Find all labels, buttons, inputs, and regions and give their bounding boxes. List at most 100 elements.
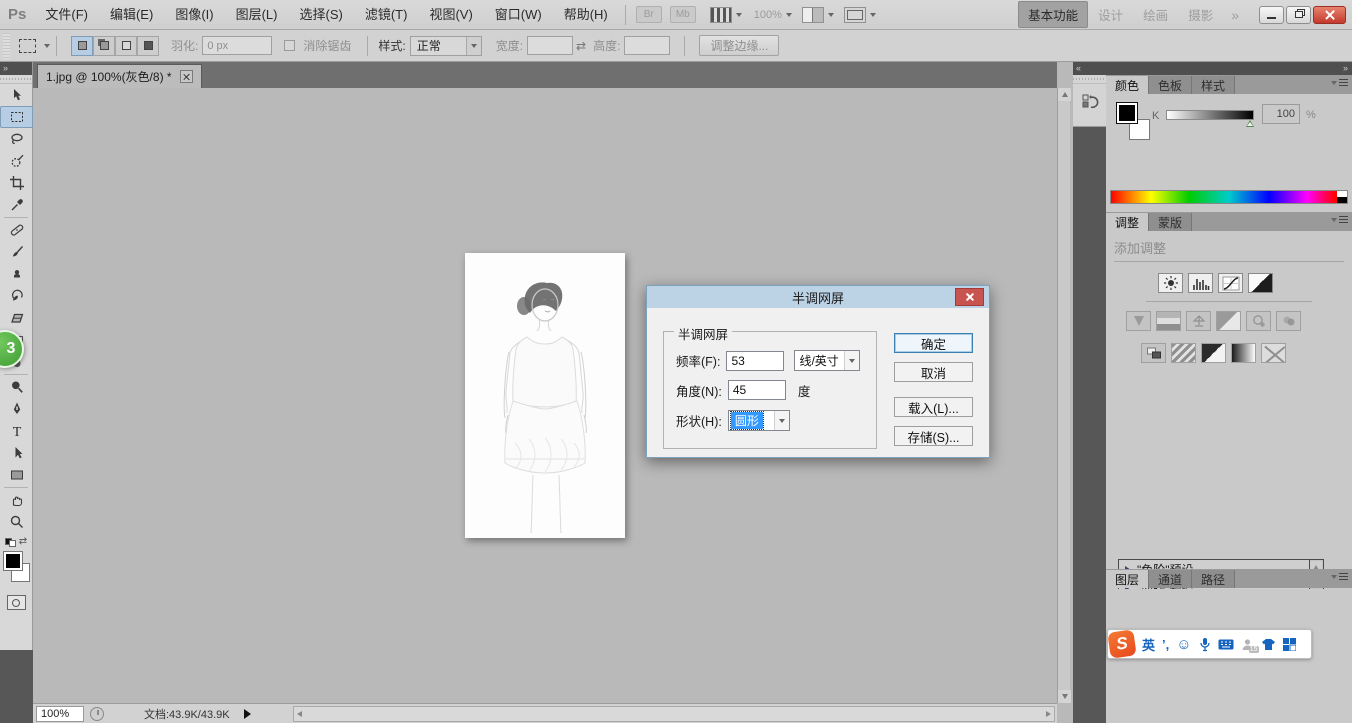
gradient-map-button[interactable]: [1231, 343, 1256, 363]
history-panel-button[interactable]: [1078, 90, 1102, 114]
sogou-logo[interactable]: S: [1107, 629, 1136, 658]
photo-filter-button[interactable]: [1246, 311, 1271, 331]
panel-menu-button[interactable]: [1331, 79, 1348, 86]
swap-colors-icon[interactable]: ⇄: [19, 536, 27, 547]
refine-edge-button[interactable]: 调整边缘...: [699, 35, 779, 56]
color-balance-button[interactable]: [1186, 311, 1211, 331]
workspace-overflow-chevron[interactable]: »: [1223, 7, 1247, 23]
scroll-up-arrow[interactable]: [1058, 88, 1071, 101]
vertical-scrollbar[interactable]: [1057, 88, 1070, 703]
shape-dropdown[interactable]: 圆形: [728, 410, 790, 431]
menu-image[interactable]: 图像(I): [164, 0, 224, 30]
black-white-button[interactable]: [1216, 311, 1241, 331]
channel-mixer-button[interactable]: [1276, 311, 1301, 331]
menu-filter[interactable]: 滤镜(T): [354, 0, 419, 30]
tab-layers[interactable]: 图层: [1106, 570, 1149, 588]
document-tab[interactable]: 1.jpg @ 100%(灰色/8) *: [37, 64, 202, 88]
posterize-button[interactable]: [1171, 343, 1196, 363]
arrange-documents-dropdown[interactable]: [792, 7, 834, 23]
tool-hand[interactable]: [0, 489, 33, 511]
workspace-design[interactable]: 设计: [1088, 2, 1133, 27]
login-user-icon[interactable]: 15: [1241, 638, 1254, 651]
curves-button[interactable]: [1218, 273, 1243, 293]
width-input[interactable]: [527, 36, 573, 55]
ime-punctuation-toggle[interactable]: ’,: [1162, 637, 1169, 652]
angle-input[interactable]: [728, 380, 786, 400]
selection-subtract-button[interactable]: [115, 36, 137, 56]
antialias-checkbox[interactable]: 消除锯齿: [284, 37, 355, 54]
hue-saturation-button[interactable]: [1156, 311, 1181, 331]
tool-rectangular-marquee[interactable]: [0, 106, 33, 128]
soft-keyboard-icon[interactable]: [1218, 639, 1234, 650]
ok-button[interactable]: 确定: [894, 333, 973, 353]
tab-paths[interactable]: 路径: [1192, 570, 1235, 588]
tool-dodge[interactable]: [0, 376, 33, 398]
document-close-button[interactable]: [180, 70, 193, 83]
tab-channels[interactable]: 通道: [1149, 570, 1192, 588]
save-button[interactable]: 存储(S)...: [894, 426, 973, 446]
k-slider-track[interactable]: [1166, 110, 1254, 120]
microphone-icon[interactable]: [1199, 637, 1211, 652]
menu-view[interactable]: 视图(V): [418, 0, 483, 30]
tab-adjustments[interactable]: 调整: [1106, 213, 1149, 231]
spectrum-bw-cap[interactable]: [1337, 191, 1347, 203]
menu-help[interactable]: 帮助(H): [553, 0, 619, 30]
frequency-input[interactable]: [726, 351, 784, 371]
selection-intersect-button[interactable]: [137, 36, 159, 56]
tool-spot-healing[interactable]: [0, 219, 33, 241]
emoji-icon[interactable]: ☺: [1176, 636, 1191, 653]
scroll-right-arrow[interactable]: [1046, 711, 1051, 717]
tab-styles[interactable]: 样式: [1192, 76, 1235, 94]
tool-eyedropper[interactable]: [0, 194, 33, 216]
marquee-tool-preset-icon[interactable]: [19, 39, 36, 53]
panel-menu-button[interactable]: [1331, 573, 1348, 580]
tab-swatches[interactable]: 色板: [1149, 76, 1192, 94]
selection-add-button[interactable]: [93, 36, 115, 56]
tool-move[interactable]: [0, 84, 33, 106]
tool-crop[interactable]: [0, 172, 33, 194]
dialog-close-button[interactable]: [955, 288, 984, 306]
zoom-level-field[interactable]: 100%: [36, 706, 84, 722]
vibrance-button[interactable]: [1126, 311, 1151, 331]
selection-new-button[interactable]: [71, 36, 93, 56]
brightness-contrast-button[interactable]: [1158, 273, 1183, 293]
default-colors-control[interactable]: ⇄: [0, 533, 32, 549]
strip-collapse-header[interactable]: «: [1073, 62, 1106, 75]
height-input[interactable]: [624, 36, 670, 55]
tool-shape[interactable]: [0, 464, 33, 486]
k-value-field[interactable]: 100: [1262, 104, 1300, 124]
workspace-photography[interactable]: 摄影: [1178, 2, 1223, 27]
foreground-color-swatch[interactable]: [1116, 102, 1138, 124]
skin-icon[interactable]: [1261, 638, 1276, 651]
toolbox-icon[interactable]: [1283, 638, 1296, 651]
horizontal-scrollbar[interactable]: [293, 706, 1055, 722]
quick-mask-button[interactable]: [7, 595, 26, 610]
screen-mode-dropdown[interactable]: [834, 7, 876, 23]
restore-button[interactable]: [1286, 6, 1311, 24]
view-extras-dropdown[interactable]: [700, 7, 742, 23]
launch-minibridge-button[interactable]: Mb: [670, 6, 696, 23]
invert-button[interactable]: [1141, 343, 1166, 363]
ime-language-mode[interactable]: 英: [1142, 635, 1155, 654]
tools-collapse-header[interactable]: »: [0, 62, 32, 75]
menu-window[interactable]: 窗口(W): [484, 0, 553, 30]
style-dropdown[interactable]: 正常: [410, 36, 482, 56]
close-button[interactable]: [1313, 6, 1346, 24]
status-flyout-button[interactable]: [244, 709, 251, 719]
color-spectrum-ramp[interactable]: [1110, 190, 1348, 204]
tab-masks[interactable]: 蒙版: [1149, 213, 1192, 231]
feather-input[interactable]: [202, 36, 272, 55]
tool-eraser[interactable]: [0, 307, 33, 329]
frequency-unit-dropdown[interactable]: 线/英寸: [794, 350, 860, 371]
workspace-painting[interactable]: 绘画: [1133, 2, 1178, 27]
menu-edit[interactable]: 编辑(E): [99, 0, 164, 30]
tab-color[interactable]: 颜色: [1106, 76, 1149, 94]
levels-button[interactable]: [1188, 273, 1213, 293]
foreground-color-swatch[interactable]: [3, 551, 23, 571]
workspace-essentials[interactable]: 基本功能: [1018, 1, 1088, 28]
dialog-title-bar[interactable]: 半调网屏: [647, 286, 989, 308]
tool-path-selection[interactable]: [0, 442, 33, 464]
launch-bridge-button[interactable]: Br: [636, 6, 662, 23]
tool-zoom[interactable]: [0, 511, 33, 533]
tool-quick-selection[interactable]: [0, 150, 33, 172]
